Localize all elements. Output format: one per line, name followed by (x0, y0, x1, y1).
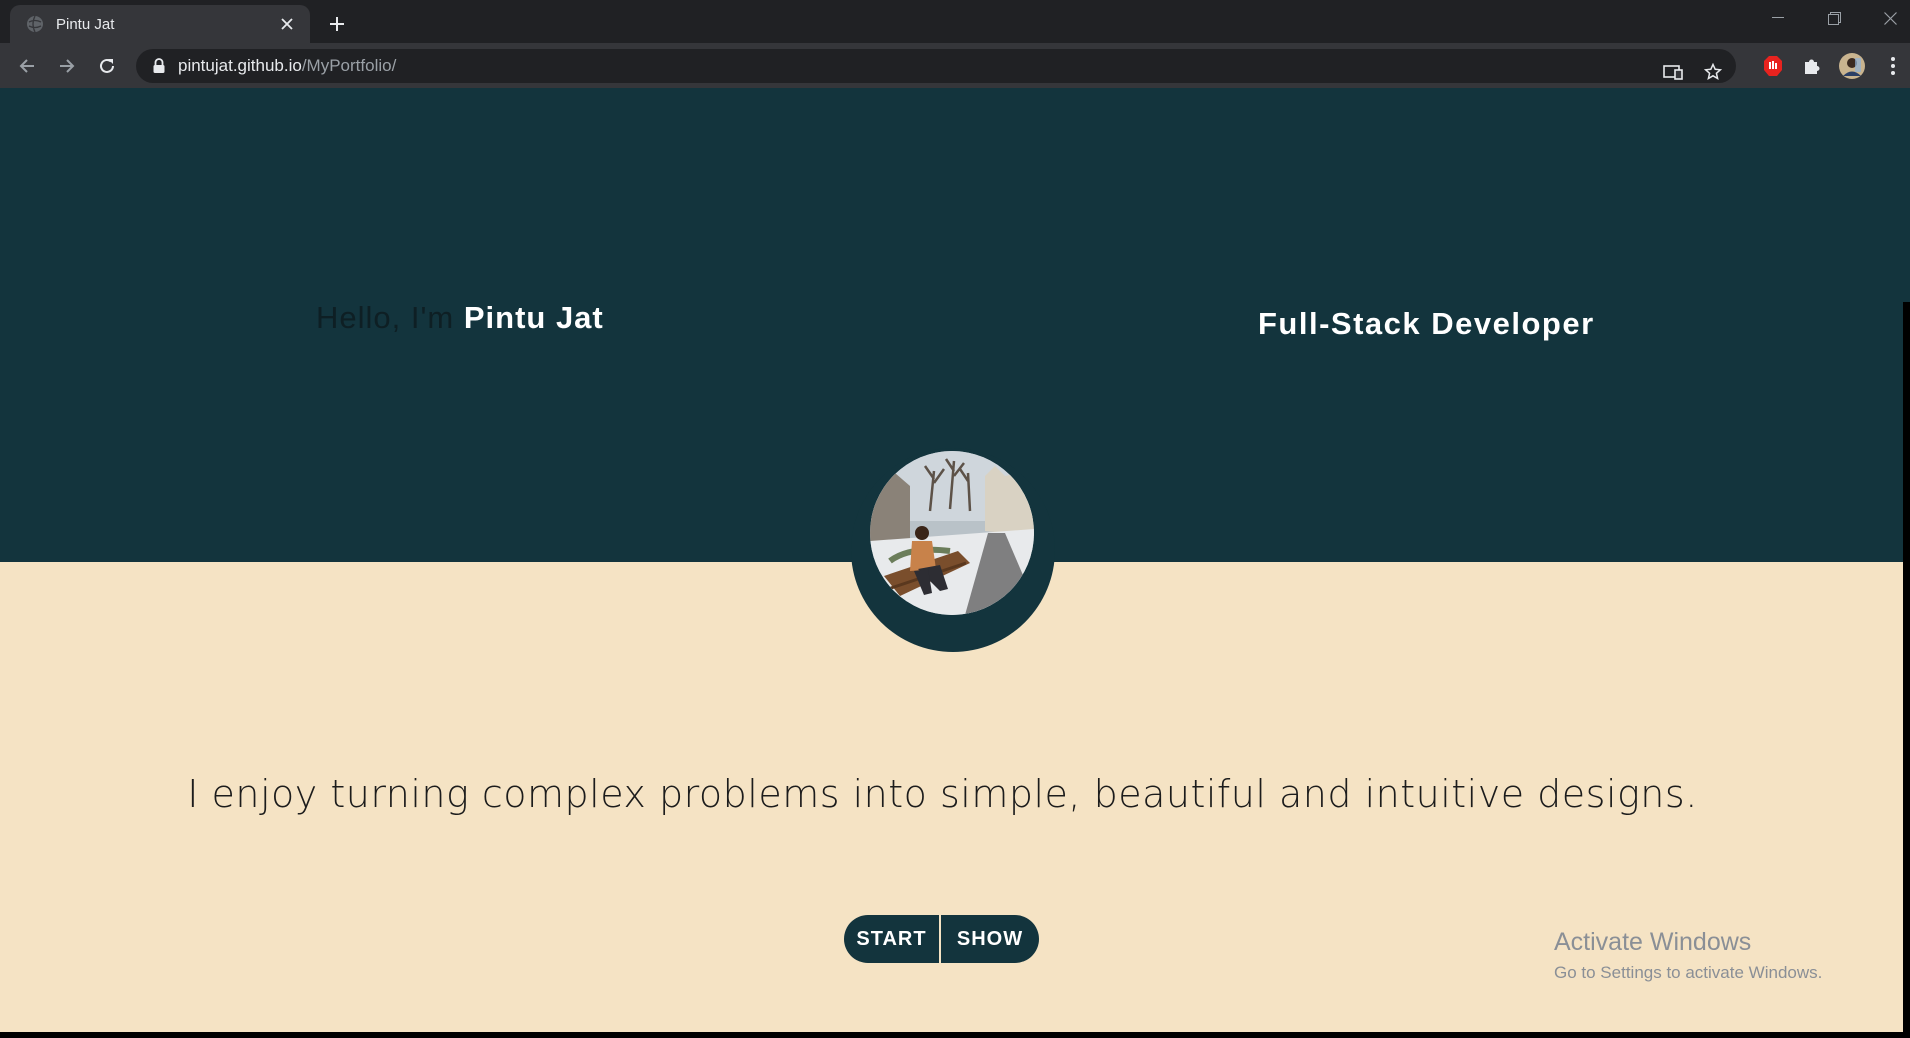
url-host: pintujat.github.io (178, 56, 302, 75)
new-tab-icon[interactable] (322, 9, 352, 39)
windows-activation-watermark: Activate Windows Go to Settings to activ… (1554, 928, 1822, 983)
browser-tab-bar: Pintu Jat (0, 0, 1910, 43)
greeting-prefix: Hello, I'm (316, 300, 464, 335)
action-button-group: START SHOW (844, 915, 1039, 963)
browser-toolbar: pintujat.github.io/MyPortfolio/ (0, 43, 1910, 88)
url-text: pintujat.github.io/MyPortfolio/ (178, 56, 396, 76)
tab-close-icon[interactable] (272, 9, 302, 39)
lock-icon (153, 58, 165, 73)
address-bar[interactable]: pintujat.github.io/MyPortfolio/ (136, 49, 1736, 83)
forward-icon[interactable] (50, 49, 84, 83)
profile-avatar[interactable] (1835, 49, 1869, 83)
cast-icon[interactable] (1658, 57, 1688, 87)
bookmark-star-icon[interactable] (1698, 57, 1728, 87)
show-button[interactable]: SHOW (941, 915, 1039, 963)
adblock-extension-icon[interactable] (1756, 49, 1790, 83)
watermark-title: Activate Windows (1554, 928, 1752, 956)
start-button[interactable]: START (844, 915, 941, 963)
tagline-text: I enjoy turning complex problems into si… (187, 772, 1698, 816)
watermark-subtitle: Go to Settings to activate Windows. (1554, 963, 1823, 982)
browser-menu-icon[interactable] (1876, 49, 1910, 83)
developer-name: Pintu Jat (463, 300, 604, 335)
back-icon[interactable] (10, 49, 44, 83)
tab-title: Pintu Jat (56, 15, 115, 33)
extensions-puzzle-icon[interactable] (1795, 49, 1829, 83)
globe-icon (27, 15, 43, 33)
profile-photo (870, 451, 1034, 615)
restore-icon[interactable] (1806, 0, 1862, 36)
reload-icon[interactable] (90, 49, 124, 83)
close-window-icon[interactable] (1862, 0, 1910, 36)
greeting-heading: Hello, I'm Pintu Jat (316, 300, 604, 336)
scrollbar-edge (1903, 302, 1910, 1032)
browser-tab[interactable]: Pintu Jat (10, 5, 310, 43)
url-path: /MyPortfolio/ (301, 56, 397, 75)
role-heading: Full-Stack Developer (1258, 306, 1595, 341)
minimize-icon[interactable] (1750, 0, 1806, 36)
page-viewport: Hello, I'm Pintu Jat Full-Stack Develope… (0, 88, 1910, 1032)
